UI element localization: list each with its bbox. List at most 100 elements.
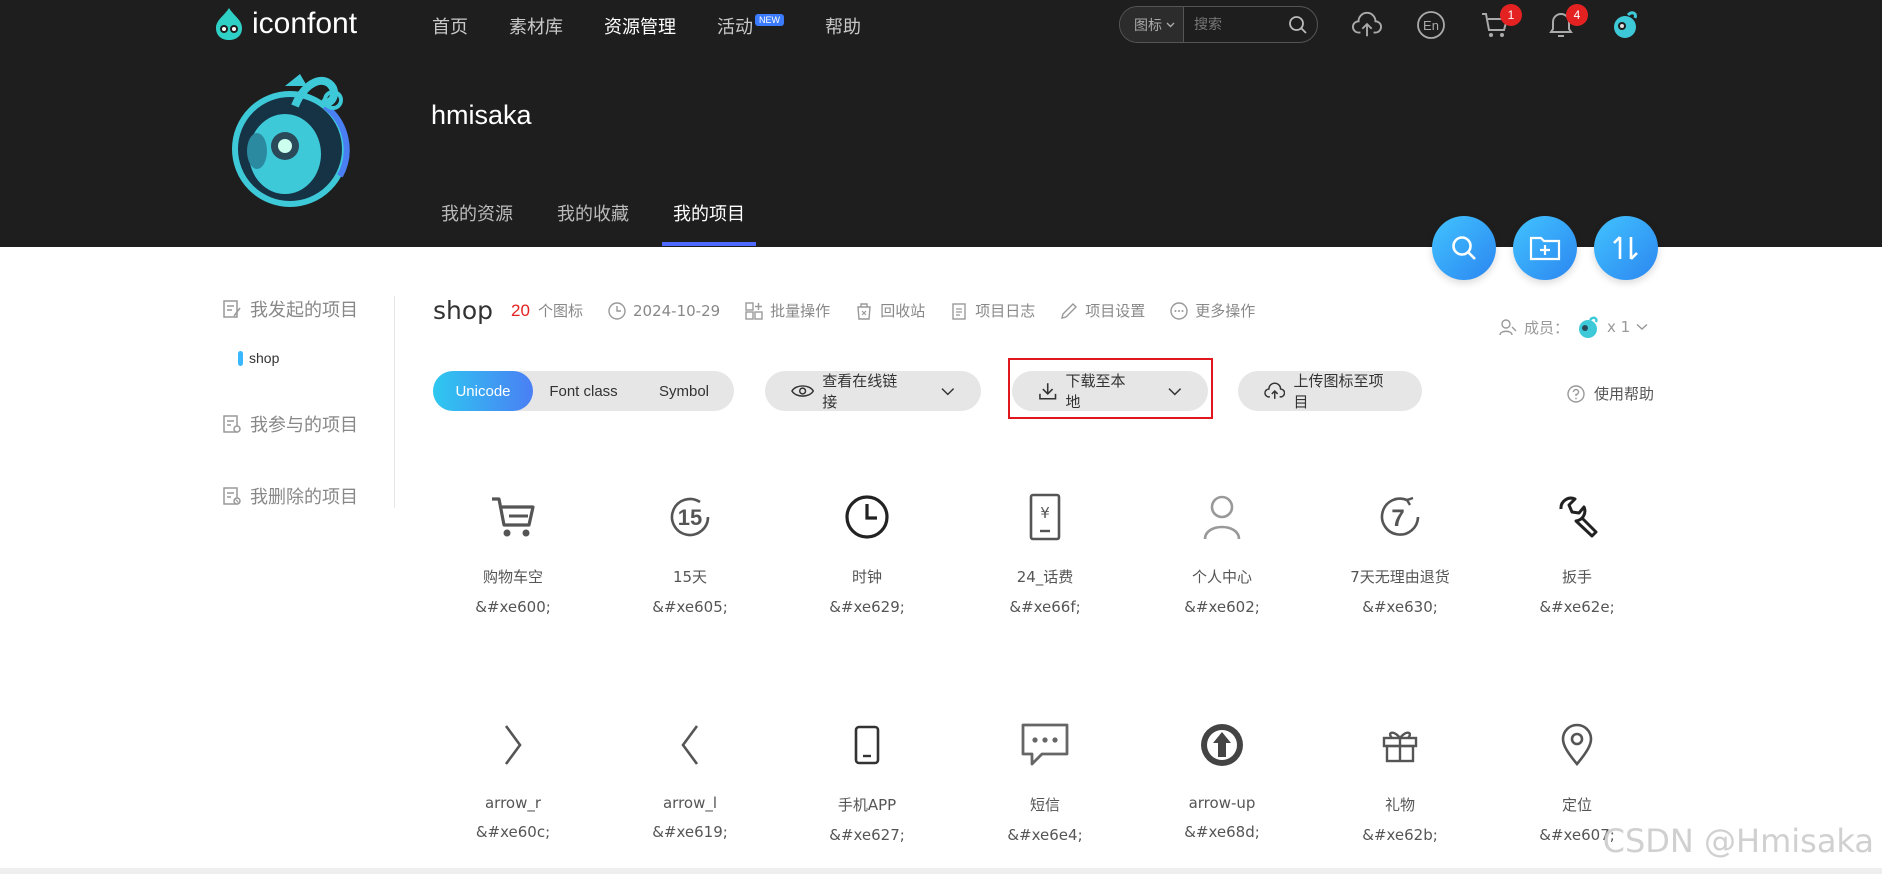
project-date: 2024-10-29 xyxy=(607,301,720,321)
eye-icon xyxy=(791,385,815,397)
nav-resource-manage[interactable]: 资源管理 xyxy=(604,14,676,38)
icon-code: &#xe602; xyxy=(1184,598,1260,616)
format-switcher: Unicode Font class Symbol xyxy=(433,371,734,411)
notification-button[interactable]: 4 xyxy=(1546,4,1588,40)
icon-label: 扳手 xyxy=(1561,568,1592,586)
members-dropdown[interactable]: 成员： x 1 xyxy=(1498,314,1648,340)
project-name: shop xyxy=(433,296,494,325)
members-count: x 1 xyxy=(1607,318,1631,336)
project-settings-action[interactable]: 项目设置 xyxy=(1059,300,1145,321)
deleted-doc-icon xyxy=(223,487,241,505)
highlight-box xyxy=(1008,358,1213,419)
new-badge: NEW xyxy=(755,14,784,26)
search-box: 图标 xyxy=(1119,6,1318,43)
icon-card[interactable]: 7 7天无理由退货 &#xe630; xyxy=(1330,490,1470,616)
project-log-action[interactable]: 项目日志 xyxy=(949,300,1035,321)
icon-label: 15天 xyxy=(672,568,708,586)
icon-card[interactable]: 15 15天 &#xe605; xyxy=(620,490,760,616)
icon-card[interactable]: 短信 &#xe6e4; xyxy=(975,718,1115,844)
upload-cloud-icon[interactable] xyxy=(1352,10,1382,40)
log-icon xyxy=(952,302,966,320)
sidebar-item-deleted-label: 我删除的项目 xyxy=(250,487,358,508)
icon-card[interactable]: arrow_l &#xe619; xyxy=(620,718,760,841)
icon-code: &#xe66f; xyxy=(1009,598,1081,616)
tab-my-resources[interactable]: 我的资源 xyxy=(430,200,524,246)
icon-label: 短信 xyxy=(1029,796,1060,814)
icon-label: arrow_l xyxy=(662,794,718,812)
icon-code: &#xe630; xyxy=(1362,598,1438,616)
view-online-link-button[interactable]: 查看在线链接 xyxy=(765,371,981,411)
sidebar-item-created[interactable]: 我发起的项目 xyxy=(222,296,358,322)
icon-card[interactable]: ¥ 24_话费 &#xe66f; xyxy=(975,490,1115,616)
search-type-label: 图标 xyxy=(1134,17,1162,34)
usage-help-link[interactable]: 使用帮助 xyxy=(1566,383,1654,404)
tab-my-projects[interactable]: 我的项目 xyxy=(662,200,756,246)
language-label: En xyxy=(1423,17,1439,33)
sidebar-item-joined-label: 我参与的项目 xyxy=(250,415,358,436)
nav-home[interactable]: 首页 xyxy=(432,14,468,38)
search-input[interactable] xyxy=(1184,15,1284,34)
chevron-down-icon xyxy=(1166,22,1175,27)
format-font-class[interactable]: Font class xyxy=(533,371,634,411)
recycle-bin-action[interactable]: 回收站 xyxy=(854,300,925,321)
cart-button[interactable]: 1 xyxy=(1480,4,1522,40)
nav-materials[interactable]: 素材库 xyxy=(509,14,563,38)
sidebar-divider xyxy=(394,296,395,508)
seven-days-return-icon: 7 xyxy=(1380,496,1420,536)
main-nav: 首页 素材库 资源管理 活动 NEW 帮助 xyxy=(432,14,902,38)
sidebar-item-joined[interactable]: 我参与的项目 xyxy=(222,411,358,437)
members-icon xyxy=(1499,319,1517,336)
icon-label: 7天无理由退货 xyxy=(1350,568,1450,586)
folder-add-icon xyxy=(1529,236,1561,261)
wrench-icon xyxy=(1559,496,1598,538)
icon-card[interactable]: arrow-up &#xe68d; xyxy=(1152,718,1292,841)
cart-icon xyxy=(492,497,535,537)
gift-icon xyxy=(1382,731,1418,763)
icon-card[interactable]: 扳手 &#xe62e; xyxy=(1507,490,1647,616)
sidebar-item-created-label: 我发起的项目 xyxy=(250,300,358,321)
icon-card[interactable]: 个人中心 &#xe602; xyxy=(1152,490,1292,616)
icon-card[interactable]: 手机APP &#xe627; xyxy=(797,718,937,844)
more-actions[interactable]: 更多操作 xyxy=(1169,300,1255,321)
joined-doc-icon xyxy=(223,415,241,433)
clock-icon xyxy=(608,301,626,320)
icon-code: &#xe68d; xyxy=(1184,823,1260,841)
icon-label: 24_话费 xyxy=(1016,568,1074,586)
batch-operation-action[interactable]: 批量操作 xyxy=(744,300,830,321)
batch-operation-label: 批量操作 xyxy=(770,302,831,320)
phone-bill-icon: ¥ xyxy=(1029,493,1061,541)
question-icon xyxy=(1567,384,1585,403)
icon-label: arrow_r xyxy=(484,794,542,812)
icon-card[interactable]: 礼物 &#xe62b; xyxy=(1330,718,1470,844)
language-toggle[interactable]: En xyxy=(1416,10,1446,40)
sort-button[interactable] xyxy=(1594,216,1658,280)
icon-code: &#xe62e; xyxy=(1539,598,1615,616)
nav-help[interactable]: 帮助 xyxy=(825,14,861,38)
search-type-select[interactable]: 图标 xyxy=(1120,7,1184,42)
icon-count: 20 xyxy=(511,300,530,320)
icon-card[interactable]: 时钟 &#xe629; xyxy=(797,490,937,616)
tab-my-favorites[interactable]: 我的收藏 xyxy=(546,200,640,246)
upload-cloud-icon xyxy=(1264,382,1286,399)
icon-card[interactable]: 购物车空 &#xe600; xyxy=(443,490,583,616)
icon-label: 购物车空 xyxy=(482,568,543,586)
format-unicode[interactable]: Unicode xyxy=(433,371,533,411)
new-project-button[interactable] xyxy=(1513,216,1577,280)
nav-activity[interactable]: 活动 NEW xyxy=(717,14,784,38)
top-header: iconfont 首页 素材库 资源管理 活动NEW 帮助 图标 En 1 4 xyxy=(0,0,1882,247)
icon-label: 个人中心 xyxy=(1191,568,1252,586)
chevron-down-icon xyxy=(1636,323,1648,330)
search-icon[interactable] xyxy=(1288,15,1308,35)
icon-card[interactable]: arrow_r &#xe60c; xyxy=(443,718,583,841)
svg-text:7: 7 xyxy=(1391,505,1404,532)
sidebar-project-shop[interactable]: shop xyxy=(238,350,279,366)
member-avatar xyxy=(1579,316,1598,338)
clock-icon xyxy=(845,495,889,539)
sidebar-item-deleted[interactable]: 我删除的项目 xyxy=(222,483,358,509)
user-avatar-small[interactable] xyxy=(1610,10,1640,40)
iconfont-logo[interactable]: iconfont xyxy=(210,6,357,42)
icon-label: 定位 xyxy=(1561,796,1592,814)
upload-icons-button[interactable]: 上传图标至项目 xyxy=(1238,371,1422,411)
format-symbol[interactable]: Symbol xyxy=(634,371,734,411)
search-project-button[interactable] xyxy=(1432,216,1496,280)
